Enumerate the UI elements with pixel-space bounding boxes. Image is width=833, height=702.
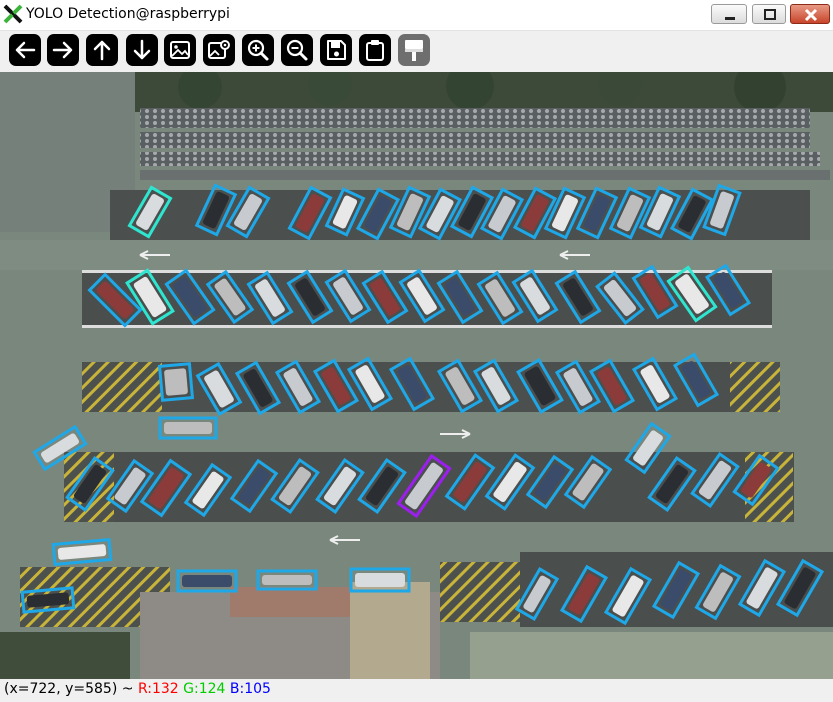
image-settings-icon <box>208 40 230 59</box>
title-bar: YOLO Detection@raspberrypi <box>0 0 833 31</box>
minimize-button[interactable] <box>711 4 747 24</box>
pixel-blue-value: B:105 <box>229 681 271 697</box>
arrow-right-icon <box>52 41 73 59</box>
brush-icon <box>405 40 423 61</box>
zoom-in-icon <box>247 39 269 61</box>
zoom-out-icon <box>286 39 308 61</box>
forward-button[interactable] <box>47 34 79 66</box>
car <box>355 573 405 587</box>
image-button[interactable] <box>164 34 196 66</box>
pixel-green-value: G:124 <box>183 681 226 697</box>
car <box>164 422 212 434</box>
back-button[interactable] <box>9 34 41 66</box>
arrow-up-icon <box>93 40 111 61</box>
zoom-out-button[interactable] <box>281 34 313 66</box>
pixel-red-value: R:132 <box>137 681 179 697</box>
parking-lot-scene <box>0 72 833 679</box>
save-button[interactable] <box>320 34 352 66</box>
close-icon <box>804 8 818 22</box>
image-edit-button[interactable] <box>203 34 235 66</box>
car <box>164 368 188 396</box>
copy-button[interactable] <box>359 34 391 66</box>
image-icon <box>170 41 190 59</box>
status-bar: (x=722, y=585) ~ R:132 G:124 B:105 <box>0 679 833 702</box>
maximize-button[interactable] <box>752 4 786 24</box>
zoom-in-button[interactable] <box>242 34 274 66</box>
save-icon <box>327 40 346 60</box>
toolbar <box>0 31 833 72</box>
arrow-down-icon <box>133 39 151 60</box>
cursor-coordinates: (x=722, y=585) ~ <box>4 681 134 697</box>
clipboard-icon <box>366 40 384 61</box>
detection-image[interactable] <box>0 72 833 679</box>
maximize-icon <box>764 9 776 20</box>
car <box>262 575 312 585</box>
window-title: YOLO Detection@raspberrypi <box>26 6 230 22</box>
minimize-icon <box>725 17 735 20</box>
up-button[interactable] <box>86 34 118 66</box>
arrow-left-icon <box>15 41 36 59</box>
close-button[interactable] <box>790 4 830 24</box>
down-button[interactable] <box>126 34 158 66</box>
car <box>182 575 232 587</box>
app-logo-icon <box>3 4 23 24</box>
paint-button[interactable] <box>398 34 430 66</box>
